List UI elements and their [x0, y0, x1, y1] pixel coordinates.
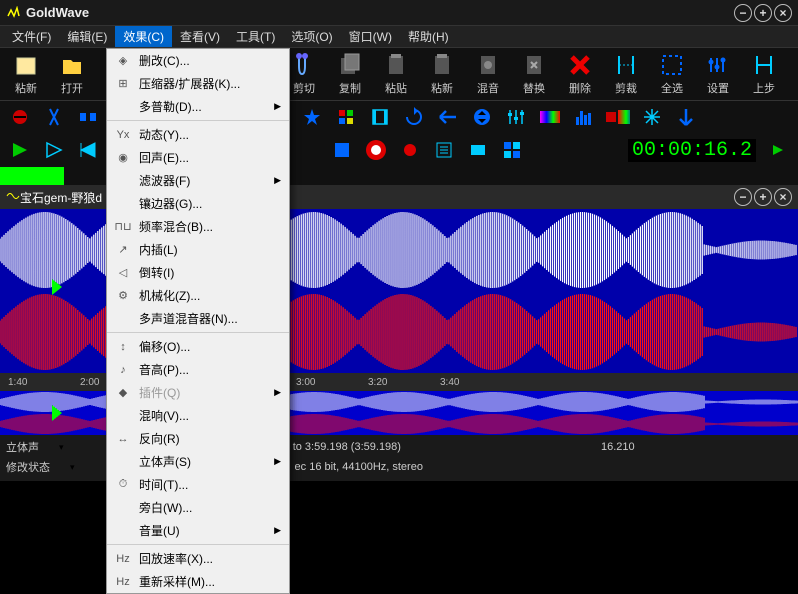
menu-item-重新采样M[interactable]: Hz重新采样(M)... [107, 570, 289, 593]
menu-item-倒转I[interactable]: ◁倒转(I) [107, 261, 289, 284]
menu-item-压缩器/扩展器K[interactable]: ⊞压缩器/扩展器(K)... [107, 72, 289, 95]
range-label: 0 to 3:59.198 (3:59.198) [284, 441, 401, 453]
menu-查看[interactable]: 查看(V) [172, 26, 228, 47]
wave-doc-icon [6, 189, 20, 206]
stop-button[interactable] [330, 138, 354, 162]
window-title: GoldWave [26, 5, 734, 20]
menu-item-音量U[interactable]: 音量(U)▶ [107, 519, 289, 542]
menu-item-回声E[interactable]: ◉回声(E)... [107, 146, 289, 169]
format-label: ec 16 bit, 44100Hz, stereo [295, 461, 423, 473]
title-bar: GoldWave − + × [0, 0, 798, 26]
arrow-left-icon[interactable] [436, 105, 460, 129]
circular-arrows-icon[interactable] [402, 105, 426, 129]
doc-maximize-button[interactable]: + [754, 188, 772, 206]
menu-效果[interactable]: 效果(C) [115, 26, 172, 47]
menu-item-回放速率X[interactable]: Hz回放速率(X)... [107, 547, 289, 570]
menu-item-反向R[interactable]: ↔反向(R) [107, 427, 289, 450]
modified-label: 修改状态 [6, 459, 50, 475]
effect-icon[interactable] [8, 105, 32, 129]
menu-bar: 文件(F)编辑(E)效果(C)查看(V)工具(T)选项(O)窗口(W)帮助(H) [0, 26, 798, 48]
menu-item-偏移O[interactable]: ↕偏移(O)... [107, 335, 289, 358]
updown-icon[interactable] [470, 105, 494, 129]
device-icon[interactable] [466, 138, 490, 162]
position-label: 16.210 [601, 441, 635, 453]
menu-编辑[interactable]: 编辑(E) [59, 26, 115, 47]
toolbar-全选[interactable]: 全选 [652, 52, 692, 96]
arrow-down-icon[interactable] [674, 105, 698, 129]
effect-icon[interactable] [334, 105, 358, 129]
overview-cursor[interactable] [52, 405, 62, 421]
menu-文件[interactable]: 文件(F) [4, 26, 59, 47]
app-icon [6, 6, 20, 20]
menu-item-混响V[interactable]: 混响(V)... [107, 404, 289, 427]
ruler-tick: 1:40 [8, 377, 80, 388]
play-cursor[interactable] [52, 279, 62, 295]
toolbar-剪裁[interactable]: 剪裁 [606, 52, 646, 96]
ruler-tick: 3:20 [368, 377, 440, 388]
menu-item-插件Q: ◆插件(Q)▶ [107, 381, 289, 404]
record-button[interactable] [364, 138, 388, 162]
ruler-tick: 3:40 [440, 377, 512, 388]
toolbar-复制[interactable]: 复制 [330, 52, 370, 96]
close-button[interactable]: × [774, 4, 792, 22]
menu-窗口[interactable]: 窗口(W) [341, 26, 400, 47]
effect-icon[interactable] [640, 105, 664, 129]
film-icon[interactable] [368, 105, 392, 129]
toolbar-粘新[interactable]: 粘新 [422, 52, 462, 96]
marker-icon[interactable] [606, 105, 630, 129]
ruler-tick: 3:00 [296, 377, 368, 388]
menu-选项[interactable]: 选项(O) [283, 26, 340, 47]
dropdown-icon[interactable]: ▾ [70, 462, 75, 473]
document-controls: − + × [734, 188, 792, 206]
play-time-button[interactable] [766, 138, 790, 162]
spectrum-icon[interactable] [538, 105, 562, 129]
toolbar-上步[interactable]: 上步 [744, 52, 784, 96]
toolbar-剪切[interactable]: 剪切 [284, 52, 324, 96]
channels-label: 立体声 [6, 439, 39, 455]
toolbar-替换[interactable]: 替换 [514, 52, 554, 96]
play-alt-button[interactable] [42, 138, 66, 162]
bars-icon[interactable] [572, 105, 596, 129]
menu-item-音高P[interactable]: ♪音高(P)... [107, 358, 289, 381]
menu-item-动态Y[interactable]: Yx动态(Y)... [107, 123, 289, 146]
menu-item-机械化Z[interactable]: ⚙机械化(Z)... [107, 284, 289, 307]
menu-item-旁白W[interactable]: 旁白(W)... [107, 496, 289, 519]
menu-item-多声道混音器N[interactable]: 多声道混音器(N)... [107, 307, 289, 330]
toolbar-设置[interactable]: 设置 [698, 52, 738, 96]
menu-item-多普勒D[interactable]: 多普勒(D)...▶ [107, 95, 289, 118]
menu-item-镶边器G[interactable]: 镶边器(G)... [107, 192, 289, 215]
menu-帮助[interactable]: 帮助(H) [400, 26, 457, 47]
menu-工具[interactable]: 工具(T) [228, 26, 283, 47]
dropdown-icon[interactable]: ▾ [59, 442, 64, 453]
window-controls: − + × [734, 4, 792, 22]
effect-icon[interactable] [42, 105, 66, 129]
rewind-button[interactable] [76, 138, 100, 162]
play-button[interactable] [8, 138, 32, 162]
menu-item-时间T[interactable]: ⏱时间(T)... [107, 473, 289, 496]
effects-menu: ◈删改(C)...⊞压缩器/扩展器(K)...多普勒(D)...▶ Yx动态(Y)… [106, 48, 290, 594]
toolbar-粘贴[interactable]: 粘贴 [376, 52, 416, 96]
visual-icon[interactable] [500, 138, 524, 162]
properties-button[interactable] [432, 138, 456, 162]
star-icon[interactable] [300, 105, 324, 129]
doc-close-button[interactable]: × [774, 188, 792, 206]
toolbar-打开[interactable]: 打开 [52, 52, 92, 96]
toolbar-删除[interactable]: 删除 [560, 52, 600, 96]
time-display: 00:00:16.2 [628, 139, 756, 162]
maximize-button[interactable]: + [754, 4, 772, 22]
toolbar-粘新[interactable]: 粘新 [6, 52, 46, 96]
loop-record-button[interactable] [398, 138, 422, 162]
doc-minimize-button[interactable]: − [734, 188, 752, 206]
sliders-icon[interactable] [504, 105, 528, 129]
menu-item-删改C[interactable]: ◈删改(C)... [107, 49, 289, 72]
menu-item-内插L[interactable]: ↗内插(L) [107, 238, 289, 261]
minimize-button[interactable]: − [734, 4, 752, 22]
effect-icon[interactable] [76, 105, 100, 129]
menu-item-滤波器F[interactable]: 滤波器(F)▶ [107, 169, 289, 192]
toolbar-混音[interactable]: 混音 [468, 52, 508, 96]
menu-item-立体声S[interactable]: 立体声(S)▶ [107, 450, 289, 473]
menu-item-频率混合B[interactable]: ⊓⊔频率混合(B)... [107, 215, 289, 238]
